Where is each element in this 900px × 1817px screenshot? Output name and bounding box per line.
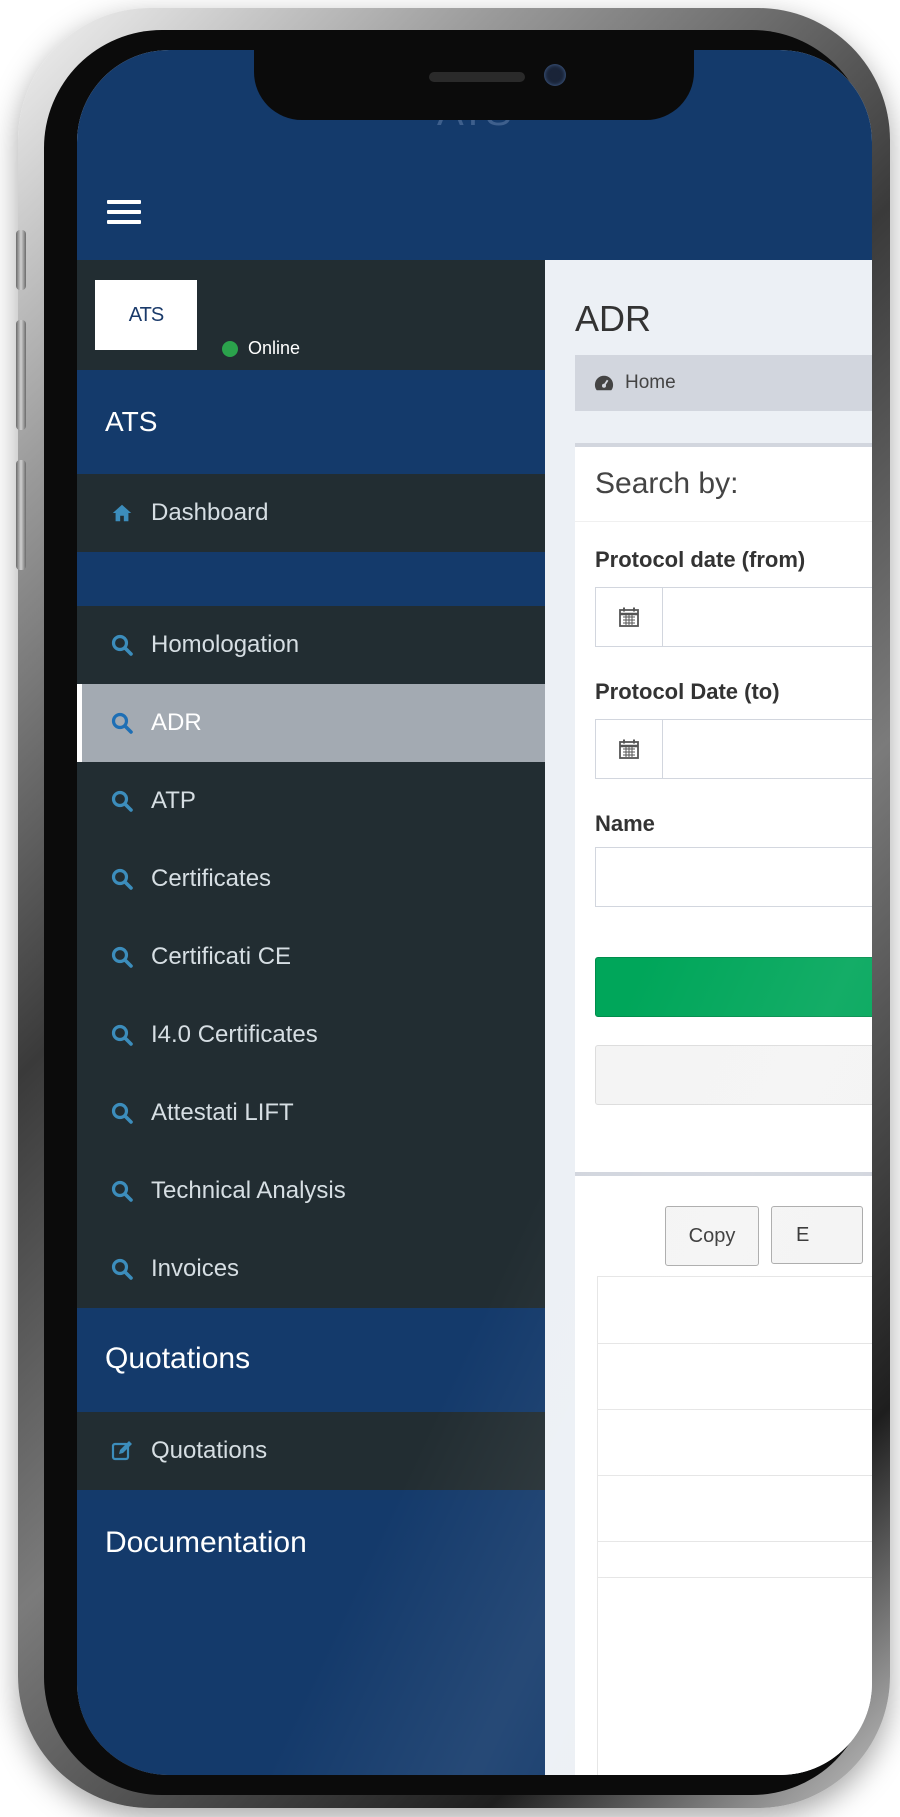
main-content: ADR Home Search by: Protocol date (from)… — [545, 260, 872, 1775]
phone-notch — [254, 50, 694, 120]
sidebar-item-label: Quotations — [151, 1437, 268, 1464]
name-field — [595, 847, 872, 907]
search-icon — [109, 632, 135, 658]
results-table — [597, 1276, 872, 1775]
user-panel: ATS Online — [77, 260, 545, 370]
sidebar: ATS Online ATS Dashboard Homologation AD… — [77, 260, 550, 1775]
sidebar-item-label: I4.0 Certificates — [151, 1021, 318, 1048]
sidebar-item-certificati-ce[interactable]: Certificati CE — [77, 918, 545, 996]
sidebar-item-i40-certificates[interactable]: I4.0 Certificates — [77, 996, 545, 1074]
protocol-date-to-label: Protocol Date (to) — [595, 679, 780, 704]
name-input[interactable] — [606, 848, 872, 904]
dashboard-icon — [593, 373, 615, 393]
volume-down-button — [16, 460, 26, 570]
online-dot-icon — [222, 340, 238, 357]
search-title: Search by: — [595, 467, 739, 500]
sidebar-item-attestati-lift[interactable]: Attestati LIFT — [77, 1074, 545, 1152]
front-camera — [544, 64, 566, 86]
phone-screen: ATS ATS Online ATS Dashboard — [77, 50, 872, 1775]
sidebar-item-label: Certificati CE — [151, 943, 292, 970]
section-title: Documentation — [105, 1526, 307, 1559]
calendar-icon[interactable] — [596, 720, 663, 778]
protocol-date-from-label: Protocol date (from) — [595, 547, 806, 572]
breadcrumb: Home — [575, 355, 872, 411]
protocol-date-from-input[interactable] — [664, 589, 872, 645]
search-icon — [109, 1022, 135, 1048]
speaker-grille — [429, 72, 525, 82]
protocol-date-to-input[interactable] — [664, 721, 872, 777]
hamburger-menu-icon[interactable] — [107, 200, 141, 230]
search-box-header: Search by: — [575, 447, 872, 522]
sidebar-item-technical-analysis[interactable]: Technical Analysis — [77, 1152, 545, 1230]
edit-icon — [109, 1438, 135, 1464]
excel-button[interactable]: E — [771, 1206, 863, 1264]
search-icon — [109, 944, 135, 970]
search-icon — [109, 1256, 135, 1282]
protocol-date-to-group — [595, 719, 872, 779]
search-icon — [109, 866, 135, 892]
table-row — [598, 1475, 872, 1476]
mute-switch — [16, 230, 26, 290]
logo-text: ATS — [128, 303, 164, 326]
home-icon — [109, 500, 135, 526]
sidebar-item-label: Technical Analysis — [151, 1177, 346, 1204]
volume-up-button — [16, 320, 26, 430]
copy-button[interactable]: Copy — [665, 1206, 759, 1266]
breadcrumb-home-link[interactable]: Home — [625, 372, 676, 394]
search-icon — [109, 1100, 135, 1126]
sidebar-item-invoices[interactable]: Invoices — [77, 1230, 545, 1308]
ats-logo: ATS — [95, 280, 197, 350]
table-row — [598, 1541, 872, 1542]
table-row — [598, 1409, 872, 1410]
sidebar-item-label: ATP — [151, 787, 196, 814]
sidebar-item-atp[interactable]: ATP — [77, 762, 545, 840]
search-icon — [109, 710, 135, 736]
search-box: Search by: Protocol date (from) Protocol… — [575, 443, 872, 1187]
protocol-date-from-group — [595, 587, 872, 647]
status-indicator: Online — [222, 338, 300, 359]
sidebar-item-label: ADR — [151, 709, 202, 736]
sidebar-section-quotations: Quotations — [77, 1308, 545, 1412]
sidebar-section-ats: ATS — [77, 370, 545, 474]
sidebar-section-blank — [77, 552, 545, 606]
sidebar-item-label: Homologation — [151, 631, 300, 658]
section-title: Quotations — [105, 1342, 251, 1375]
search-icon — [109, 788, 135, 814]
sidebar-section-documentation: Documentation — [77, 1490, 545, 1775]
sidebar-item-quotations[interactable]: Quotations — [77, 1412, 545, 1490]
sidebar-item-label: Certificates — [151, 865, 272, 892]
calendar-icon[interactable] — [596, 588, 663, 646]
results-box: Copy E — [575, 1172, 872, 1775]
sidebar-item-label: Invoices — [151, 1255, 240, 1282]
reset-button[interactable] — [595, 1045, 872, 1105]
sidebar-item-homologation[interactable]: Homologation — [77, 606, 545, 684]
sidebar-item-dashboard[interactable]: Dashboard — [77, 474, 545, 552]
sidebar-item-certificates[interactable]: Certificates — [77, 840, 545, 918]
sidebar-item-adr[interactable]: ADR — [77, 684, 550, 762]
section-title: ATS — [105, 406, 158, 437]
sidebar-item-label: Attestati LIFT — [151, 1099, 294, 1126]
sidebar-item-label: Dashboard — [151, 499, 269, 526]
page-title: ADR — [575, 298, 652, 339]
table-row — [598, 1343, 872, 1344]
name-label: Name — [595, 811, 655, 836]
status-text: Online — [248, 338, 301, 358]
table-row — [598, 1577, 872, 1578]
search-button[interactable] — [595, 957, 872, 1017]
search-icon — [109, 1178, 135, 1204]
